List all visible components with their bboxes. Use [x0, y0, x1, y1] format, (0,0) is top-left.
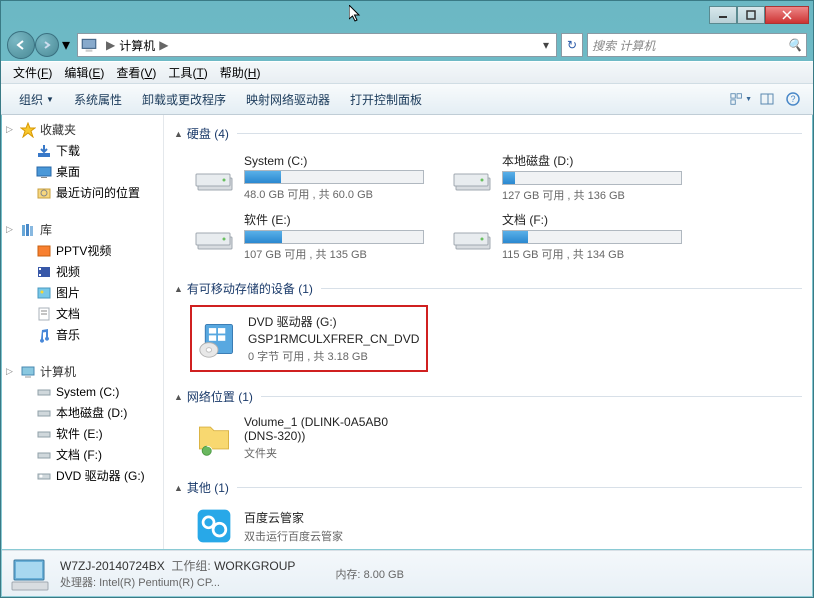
sidebar: ▷收藏夹 下载 桌面 最近访问的位置 ▷库 PPTV视频 视频 图片 文档 音乐…: [2, 115, 164, 549]
content-area: ▲硬盘 (4) System (C:)48.0 GB 可用 , 共 60.0 G…: [164, 115, 812, 549]
toolbar-map-drive[interactable]: 映射网络驱动器: [236, 87, 340, 112]
sidebar-item-videos[interactable]: 视频: [2, 261, 163, 282]
hdd-icon: [450, 158, 494, 198]
libraries-icon: [20, 222, 36, 238]
sidebar-libraries[interactable]: ▷库: [2, 219, 163, 240]
video-icon: [36, 264, 52, 280]
drive-icon: [36, 405, 52, 421]
explorer-window: ▾ ▶ 计算机 ▶ ▾ ↻ 搜索 计算机 🔍 文件(F) 编辑(E) 查看(V)…: [0, 0, 814, 598]
sidebar-item-drive-e[interactable]: 软件 (E:): [2, 423, 163, 444]
sidebar-computer[interactable]: ▷计算机: [2, 361, 163, 382]
sidebar-item-drive-g[interactable]: DVD 驱动器 (G:): [2, 465, 163, 486]
breadcrumb-arrow[interactable]: ▶: [102, 38, 119, 52]
dvd-drive-icon: [196, 319, 240, 359]
sidebar-item-drive-d[interactable]: 本地磁盘 (D:): [2, 402, 163, 423]
drive-d[interactable]: 本地磁盘 (D:)127 GB 可用 , 共 136 GB: [448, 150, 696, 205]
titlebar: [1, 1, 813, 29]
baidu-cloud[interactable]: 百度云管家双击运行百度云管家: [190, 504, 438, 548]
toolbar-control-panel[interactable]: 打开控制面板: [340, 87, 432, 112]
sidebar-item-documents[interactable]: 文档: [2, 303, 163, 324]
forward-button[interactable]: [35, 33, 59, 57]
section-removable[interactable]: ▲有可移动存储的设备 (1): [174, 278, 802, 299]
drive-e[interactable]: 软件 (E:)107 GB 可用 , 共 135 GB: [190, 209, 438, 264]
hdd-icon: [192, 217, 236, 257]
network-folder-icon: [192, 418, 236, 458]
drive-dvd[interactable]: DVD 驱动器 (G:)GSP1RMCULXFRER_CN_DVD0 字节 可用…: [190, 305, 428, 372]
download-icon: [36, 143, 52, 159]
search-icon: 🔍: [787, 38, 802, 52]
search-input[interactable]: 搜索 计算机 🔍: [587, 33, 807, 57]
toolbar: 组织 ▼ 系统属性 卸载或更改程序 映射网络驱动器 打开控制面板 ▼ ?: [1, 83, 813, 115]
menu-tools[interactable]: 工具(T): [162, 62, 213, 83]
drive-c[interactable]: System (C:)48.0 GB 可用 , 共 60.0 GB: [190, 150, 438, 205]
documents-icon: [36, 306, 52, 322]
view-options-button[interactable]: ▼: [729, 88, 753, 110]
sidebar-item-recent[interactable]: 最近访问的位置: [2, 182, 163, 203]
computer-icon: [80, 36, 98, 54]
breadcrumb-item[interactable]: 计算机: [119, 37, 155, 54]
breadcrumb-bar[interactable]: ▶ 计算机 ▶ ▾: [77, 33, 557, 57]
toolbar-system-properties[interactable]: 系统属性: [64, 87, 132, 112]
sidebar-favorites[interactable]: ▷收藏夹: [2, 119, 163, 140]
sidebar-item-drive-f[interactable]: 文档 (F:): [2, 444, 163, 465]
menu-edit[interactable]: 编辑(E): [58, 62, 110, 83]
svg-text:?: ?: [790, 94, 795, 104]
drive-icon: [36, 447, 52, 463]
menu-help[interactable]: 帮助(H): [214, 62, 267, 83]
music-icon: [36, 327, 52, 343]
sidebar-item-drive-c[interactable]: System (C:): [2, 382, 163, 402]
breadcrumb-dropdown[interactable]: ▾: [538, 38, 554, 52]
video-icon: [36, 243, 52, 259]
network-folder[interactable]: Volume_1 (DLINK-0A5AB0 (DNS-320))文件夹: [190, 413, 438, 463]
details-pane: W7ZJ-20140724BX 工作组: WORKGROUP 处理器: Inte…: [2, 550, 812, 596]
hdd-icon: [192, 158, 236, 198]
menu-file[interactable]: 文件(F): [7, 62, 58, 83]
organize-button[interactable]: 组织 ▼: [9, 87, 64, 112]
hdd-icon: [450, 217, 494, 257]
close-button[interactable]: [765, 6, 809, 24]
drive-icon: [36, 384, 52, 400]
sidebar-item-downloads[interactable]: 下载: [2, 140, 163, 161]
favorites-icon: [20, 122, 36, 138]
menu-view[interactable]: 查看(V): [110, 62, 162, 83]
desktop-icon: [36, 164, 52, 180]
toolbar-uninstall[interactable]: 卸载或更改程序: [132, 87, 236, 112]
computer-icon: [10, 554, 50, 594]
back-button[interactable]: [7, 31, 35, 59]
section-other[interactable]: ▲其他 (1): [174, 477, 802, 498]
section-hdd[interactable]: ▲硬盘 (4): [174, 123, 802, 144]
minimize-button[interactable]: [709, 6, 737, 24]
help-button[interactable]: ?: [781, 88, 805, 110]
baidu-cloud-icon: [192, 506, 236, 546]
sidebar-item-music[interactable]: 音乐: [2, 324, 163, 345]
nav-history-dropdown[interactable]: ▾: [59, 35, 73, 55]
section-network[interactable]: ▲网络位置 (1): [174, 386, 802, 407]
preview-pane-button[interactable]: [755, 88, 779, 110]
sidebar-item-desktop[interactable]: 桌面: [2, 161, 163, 182]
sidebar-item-pictures[interactable]: 图片: [2, 282, 163, 303]
drive-icon: [36, 426, 52, 442]
menubar: 文件(F) 编辑(E) 查看(V) 工具(T) 帮助(H): [1, 61, 813, 83]
drive-f[interactable]: 文档 (F:)115 GB 可用 , 共 134 GB: [448, 209, 696, 264]
pictures-icon: [36, 285, 52, 301]
recent-icon: [36, 185, 52, 201]
maximize-button[interactable]: [737, 6, 765, 24]
refresh-button[interactable]: ↻: [561, 33, 583, 57]
computer-icon: [20, 364, 36, 380]
address-bar: ▾ ▶ 计算机 ▶ ▾ ↻ 搜索 计算机 🔍: [1, 29, 813, 61]
dvd-icon: [36, 468, 52, 484]
breadcrumb-arrow[interactable]: ▶: [155, 38, 172, 52]
sidebar-item-pptv[interactable]: PPTV视频: [2, 240, 163, 261]
search-placeholder: 搜索 计算机: [592, 37, 655, 54]
